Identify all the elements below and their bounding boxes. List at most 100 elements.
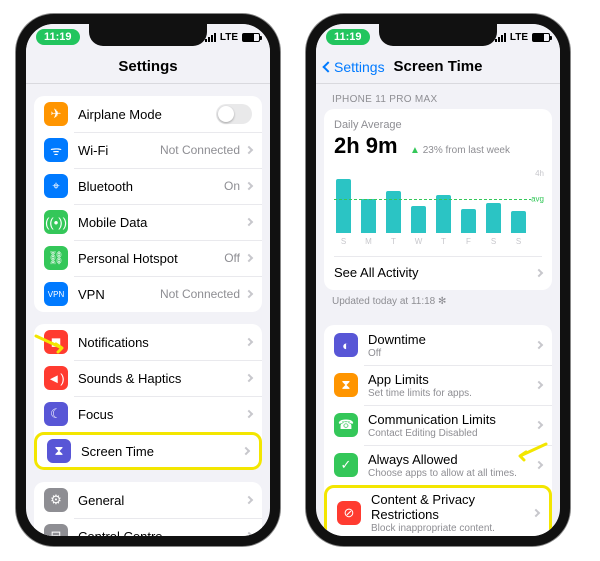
chevron-right-icon xyxy=(245,182,253,190)
gear-icon: ⚙ xyxy=(44,488,68,512)
chart-bar xyxy=(411,206,426,233)
nosign-icon: ⊘ xyxy=(337,501,361,525)
comm-icon: ☎ xyxy=(334,413,358,437)
screentime-row-app-limits[interactable]: ⧗App LimitsSet time limits for apps. xyxy=(324,365,552,405)
chart-bar xyxy=(436,195,451,233)
row-label: Sounds & Haptics xyxy=(78,371,246,386)
row-label: Downtime xyxy=(368,332,536,347)
settings-row-vpn[interactable]: VPNVPNNot Connected xyxy=(34,276,262,312)
row-value: Off xyxy=(224,251,240,265)
row-label: Communication Limits xyxy=(368,412,536,427)
trend-label: ▲ 23% from last week xyxy=(410,145,510,156)
settings-group: ✈ Airplane Mode ᯤWi-FiNot Connected⌖Blueto… xyxy=(34,96,262,312)
moon-icon: ☾ xyxy=(44,402,68,426)
chart-x-tick: F xyxy=(461,237,476,246)
phone-left: 11:19 LTE Settings ✈ Airplane Mode ᯤWi-FiN… xyxy=(16,14,280,546)
row-value: Not Connected xyxy=(160,143,240,157)
settings-row-focus[interactable]: ☾Focus xyxy=(34,396,262,432)
trend-up-icon: ▲ xyxy=(410,145,420,156)
settings-row-screen-time[interactable]: ⧗Screen Time xyxy=(34,432,262,470)
row-label: Mobile Data xyxy=(78,215,246,230)
settings-row-personal-hotspot[interactable]: ⛓ Personal HotspotOff xyxy=(34,240,262,276)
row-sublabel: Off xyxy=(368,348,536,359)
row-label: Notifications xyxy=(78,335,246,350)
chevron-left-icon xyxy=(322,61,333,72)
chart-bar xyxy=(336,179,351,233)
chart-bar xyxy=(511,211,526,233)
screentime-row-downtime[interactable]: ◐ DowntimeOff xyxy=(324,325,552,365)
see-all-label: See All Activity xyxy=(334,265,419,280)
vpn-icon: VPN xyxy=(44,282,68,306)
settings-row-control-centre[interactable]: ⊟Control Centre xyxy=(34,518,262,536)
battery-icon xyxy=(242,33,260,42)
battery-icon xyxy=(532,33,550,42)
chevron-right-icon xyxy=(242,447,250,455)
row-label: Bluetooth xyxy=(78,179,224,194)
chevron-right-icon xyxy=(245,410,253,418)
back-button[interactable]: Settings xyxy=(324,59,385,75)
screentime-row-content-privacy-restrictions[interactable]: ⊘Content & Privacy RestrictionsBlock ina… xyxy=(324,485,552,536)
row-sublabel: Choose apps to allow at all times. xyxy=(368,468,536,479)
notch xyxy=(89,24,207,46)
row-value: On xyxy=(224,179,240,193)
settings-row-airplane-mode[interactable]: ✈ Airplane Mode xyxy=(34,96,262,132)
settings-list[interactable]: ✈ Airplane Mode ᯤWi-FiNot Connected⌖Blueto… xyxy=(26,84,270,536)
usage-card: Daily Average 2h 9m ▲ 23% from last week… xyxy=(324,109,552,290)
chevron-right-icon xyxy=(535,268,543,276)
chevron-right-icon xyxy=(245,218,253,226)
notch xyxy=(379,24,497,46)
settings-row-mobile-data[interactable]: ((•)) Mobile Data xyxy=(34,204,262,240)
downtime-icon: ◐ xyxy=(334,333,358,357)
screen-time-content[interactable]: IPHONE 11 PRO MAX Daily Average 2h 9m ▲ … xyxy=(316,84,560,536)
screentime-row-communication-limits[interactable]: ☎ Communication LimitsContact Editing Dis… xyxy=(324,405,552,445)
settings-group: ◼ Notifications ◄) Sounds & Haptics ☾Focus⧗S… xyxy=(34,324,262,470)
switches-icon: ⊟ xyxy=(44,524,68,536)
chart-x-tick: S xyxy=(486,237,501,246)
chevron-right-icon xyxy=(535,461,543,469)
chevron-right-icon xyxy=(535,381,543,389)
toggle-switch[interactable] xyxy=(216,104,252,124)
row-value: Not Connected xyxy=(160,287,240,301)
chart-x-tick: T xyxy=(386,237,401,246)
status-indicators: LTE xyxy=(205,32,260,43)
row-label: Airplane Mode xyxy=(78,107,216,122)
usage-bar-chart: 4h avg xyxy=(334,169,542,233)
chevron-right-icon xyxy=(245,496,253,504)
chart-x-tick: T xyxy=(436,237,451,246)
settings-row-wi-fi[interactable]: ᯤWi-FiNot Connected xyxy=(34,132,262,168)
bell-icon: ◼ xyxy=(44,330,68,354)
network-label: LTE xyxy=(220,32,238,43)
see-all-activity-row[interactable]: See All Activity xyxy=(334,256,542,280)
speaker-icon: ◄) xyxy=(44,366,68,390)
daily-average-label: Daily Average xyxy=(334,119,542,131)
antenna-icon: ((•)) xyxy=(44,210,68,234)
page-title: Screen Time xyxy=(394,58,483,75)
screentime-row-always-allowed[interactable]: ✓Always AllowedChoose apps to allow at a… xyxy=(324,445,552,485)
settings-row-notifications[interactable]: ◼ Notifications xyxy=(34,324,262,360)
hourglass-icon: ⧗ xyxy=(47,439,71,463)
row-label: Personal Hotspot xyxy=(78,251,224,266)
back-label: Settings xyxy=(334,59,385,75)
settings-row-general[interactable]: ⚙General xyxy=(34,482,262,518)
updated-label: Updated today at 11:18 ✻ xyxy=(316,290,560,313)
page-title: Settings xyxy=(118,58,177,75)
row-label: App Limits xyxy=(368,372,536,387)
row-sublabel: Contact Editing Disabled xyxy=(368,428,536,439)
chart-x-tick: S xyxy=(336,237,351,246)
applimits-icon: ⧗ xyxy=(334,373,358,397)
link-icon: ⛓ xyxy=(44,246,68,270)
chevron-right-icon xyxy=(245,146,253,154)
airplane-icon: ✈ xyxy=(44,102,68,126)
network-label: LTE xyxy=(510,32,528,43)
settings-row-sounds-haptics[interactable]: ◄) Sounds & Haptics xyxy=(34,360,262,396)
chart-bar xyxy=(461,209,476,233)
screen-time-options: ◐DowntimeOff⧗App LimitsSet time limits f… xyxy=(324,325,552,536)
chevron-right-icon xyxy=(245,374,253,382)
row-label: Wi-Fi xyxy=(78,143,160,158)
status-time: 11:19 xyxy=(36,29,80,45)
chart-x-tick: M xyxy=(361,237,376,246)
chart-x-axis: SMTWTFSS xyxy=(334,237,542,246)
chevron-right-icon xyxy=(245,254,253,262)
chevron-right-icon xyxy=(245,338,253,346)
settings-row-bluetooth[interactable]: ⌖BluetoothOn xyxy=(34,168,262,204)
